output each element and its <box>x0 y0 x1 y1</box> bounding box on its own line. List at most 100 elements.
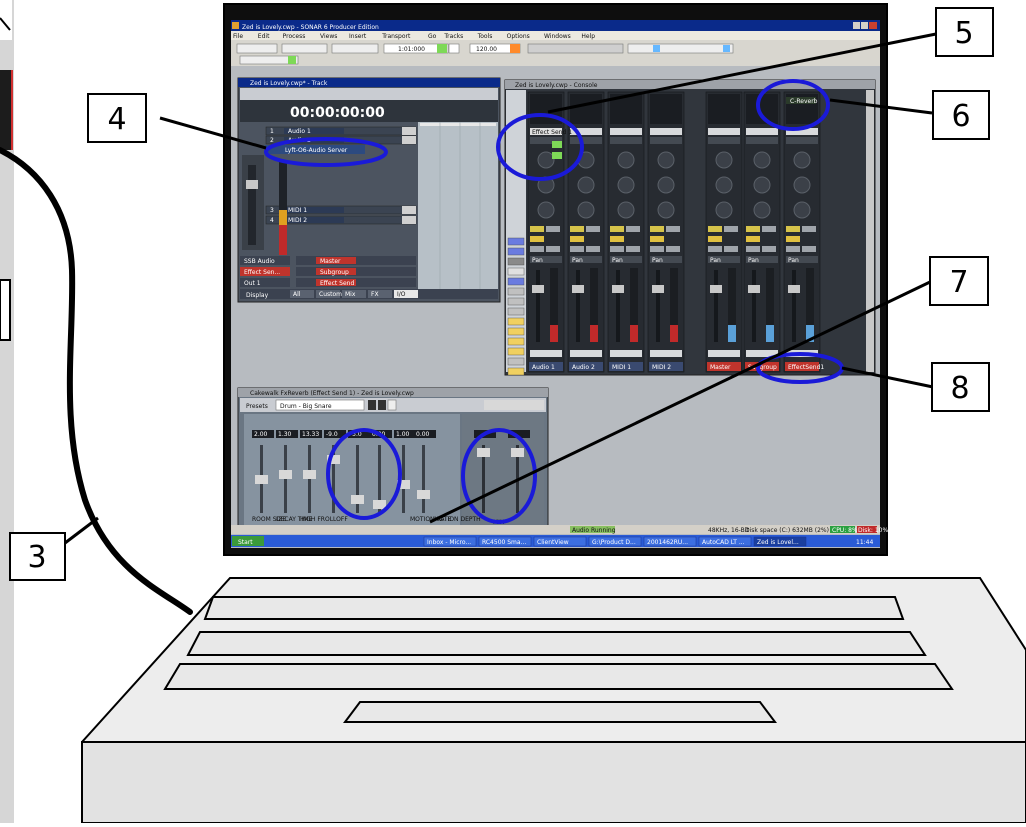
strip-fader[interactable] <box>572 285 584 293</box>
strip-fader[interactable] <box>710 285 722 293</box>
track-name: Audio 1 <box>288 128 311 135</box>
bus-prefix: Effect Sen... <box>244 269 280 276</box>
mix-fader-handle[interactable] <box>511 448 524 457</box>
console-strip[interactable]: PanSubgroup <box>743 91 781 373</box>
plugin-title: Cakewalk FxReverb (Effect Send 1) - Zed … <box>250 390 414 397</box>
strip-name: Audio 2 <box>572 364 595 371</box>
console-strip[interactable]: Pan EffectSend1 <box>783 91 824 373</box>
plugin-window: Cakewalk FxReverb (Effect Send 1) - Zed … <box>237 387 549 534</box>
track-tab: Mix <box>345 291 356 298</box>
strip-fader[interactable] <box>788 285 800 293</box>
window-controls[interactable] <box>853 22 877 29</box>
plugin-label: HIGH FROLLOFF <box>300 516 348 523</box>
plugin-fader-handle[interactable] <box>351 495 364 504</box>
plugin-fader-handle[interactable] <box>255 475 268 484</box>
module-button[interactable] <box>507 307 525 316</box>
callout-7: 7 <box>929 256 989 306</box>
taskbar-clock: 11:44 <box>856 539 873 546</box>
module-button[interactable] <box>507 347 525 356</box>
module-button[interactable] <box>507 237 525 246</box>
plugin-fader-handle[interactable] <box>417 490 430 499</box>
callout-3: 3 <box>9 532 66 581</box>
strip-name: Audio 1 <box>532 364 555 371</box>
track-row[interactable]: 3 MIDI 1 <box>265 205 417 215</box>
svg-text:6: 6 <box>951 99 970 134</box>
svg-text:3: 3 <box>27 540 46 575</box>
track-fader-handle[interactable] <box>246 180 258 189</box>
track-tab: FX <box>371 291 379 298</box>
left-edge-fragments <box>0 0 14 823</box>
module-button[interactable] <box>507 337 525 346</box>
track-tabs[interactable]: All Custom Mix FX I/O <box>290 290 418 298</box>
module-button[interactable] <box>507 357 525 366</box>
console-window: Zed is Lovely.cwp - Console Pan Audio 1 Pa… <box>504 79 876 376</box>
laptop-front-panel <box>81 741 1026 824</box>
strip-fader[interactable] <box>748 285 760 293</box>
console-strip[interactable]: Pan Master <box>705 91 743 373</box>
mix-fader-handle[interactable] <box>477 448 490 457</box>
taskbar-item: RC4500 Sma... <box>482 539 526 546</box>
app-window: Zed is Lovely.cwp - SONAR 6 Producer Edi… <box>231 20 880 66</box>
strip-name: MIDI 1 <box>612 364 631 371</box>
console-strip[interactable]: Pan MIDI 1 <box>607 91 645 373</box>
keyboard-row-1 <box>203 596 905 620</box>
fx-bin-item: C-Reverb <box>790 98 818 105</box>
svg-text:5: 5 <box>954 16 973 51</box>
menu-item: Tracks <box>443 33 463 40</box>
strip-pan: Pan <box>572 257 583 264</box>
track-name: MIDI 1 <box>288 207 307 214</box>
console-scrollbar[interactable] <box>866 90 874 372</box>
strip-fader[interactable] <box>532 285 544 293</box>
module-button[interactable] <box>507 317 525 326</box>
menu-item: Options <box>507 33 530 40</box>
console-strip[interactable]: Pan Audio 2 <box>567 91 605 373</box>
track-window: Zed is Lovely.cwp* - Track 00:00:00:00 1… <box>237 77 501 303</box>
strip-pan: Pan <box>788 257 799 264</box>
track-number: 2 <box>270 137 274 144</box>
console-strips[interactable]: PanAudio 1PanAudio 2PanMIDI 1PanMIDI 2Pa… <box>527 91 824 373</box>
callout-5: 5 <box>935 7 994 57</box>
track-row[interactable]: 4 MIDI 2 <box>265 215 417 225</box>
plugin-fader-handle[interactable] <box>279 470 292 479</box>
track-tab: I/O <box>397 291 406 298</box>
preset-label: Presets <box>246 403 268 410</box>
plugin-readout: 0.00 <box>416 431 430 438</box>
track-number: 1 <box>270 128 274 135</box>
menu-item: Go <box>428 33 437 40</box>
plugin-fader-handle[interactable] <box>303 470 316 479</box>
track-row[interactable]: 1 Audio 1 <box>265 126 417 136</box>
module-button[interactable] <box>507 257 525 266</box>
menu-item: Transport <box>381 33 411 40</box>
menu-item: Help <box>581 33 595 40</box>
taskbar-items[interactable]: Inbox - Micro... RC4500 Sma... ClientView G… <box>423 536 807 547</box>
strip-pan: Pan <box>652 257 663 264</box>
status-disk-meter: Disk: 10% <box>858 527 888 534</box>
plugin-readout: 13.33 <box>302 431 319 438</box>
console-strip[interactable]: Pan MIDI 2 <box>647 91 685 373</box>
start-label: Start <box>238 539 253 546</box>
module-button[interactable] <box>507 267 525 276</box>
module-button[interactable] <box>507 297 525 306</box>
preset-value: Drum - Big Snare <box>280 403 332 410</box>
module-button[interactable] <box>507 327 525 336</box>
strip-name: Master <box>710 364 731 371</box>
module-button[interactable] <box>507 367 525 376</box>
plugin-fader-handle[interactable] <box>373 500 386 509</box>
taskbar: Start Inbox - Micro... RC4500 Sma... Clien… <box>231 535 880 547</box>
bus-prefix: SSB Audio <box>244 258 275 265</box>
bus-row[interactable]: Effect Sen... Subgroup <box>240 267 416 276</box>
strip-fader[interactable] <box>612 285 624 293</box>
bus-list[interactable]: SSB Audio Master Effect Sen... Subgroup Out … <box>240 256 416 287</box>
status-audio: Audio Running <box>572 527 616 534</box>
module-button[interactable] <box>507 287 525 296</box>
bus-row[interactable]: Out 1 Effect Send <box>240 278 416 287</box>
bus-row[interactable]: SSB Audio Master <box>240 256 416 265</box>
plugin-readout: 2.00 <box>254 431 268 438</box>
track-name: MIDI 2 <box>288 217 307 224</box>
track-tab: Custom <box>319 291 342 298</box>
module-button[interactable] <box>507 247 525 256</box>
menu-item: File <box>233 33 243 40</box>
strip-fader[interactable] <box>652 285 664 293</box>
leader-3 <box>64 516 99 545</box>
module-button[interactable] <box>507 277 525 286</box>
